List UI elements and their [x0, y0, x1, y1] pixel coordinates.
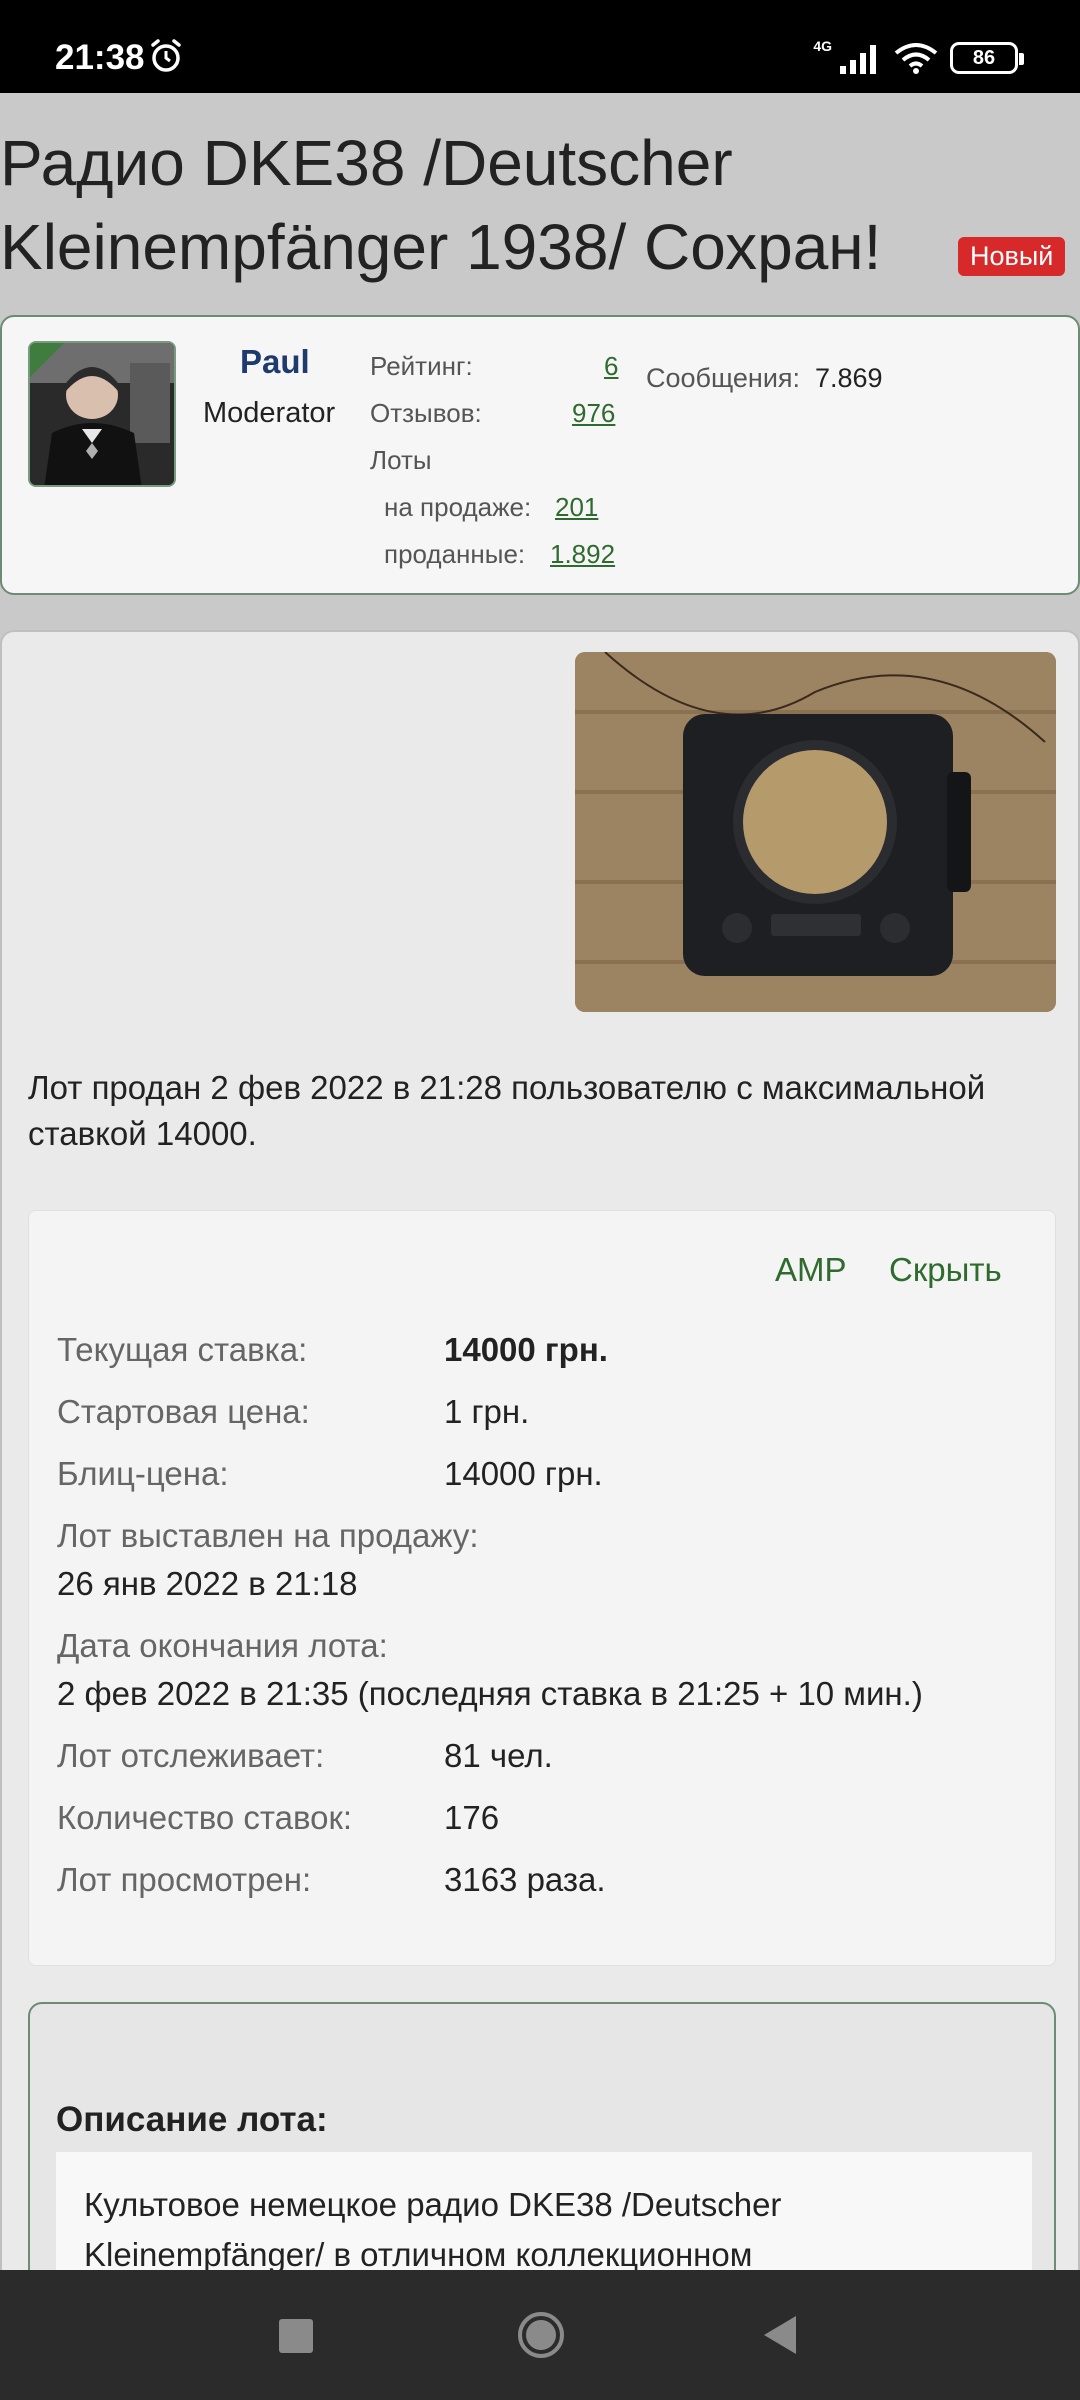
on-sale-link[interactable]: 201: [555, 492, 598, 523]
system-nav-bar: [0, 2270, 1080, 2400]
watchers-label: Лот отслеживает:: [57, 1737, 325, 1774]
reviews-link[interactable]: 976: [572, 398, 615, 429]
messages-label: Сообщения:: [646, 363, 801, 393]
status-bar: 21:38 4G 86: [0, 0, 1080, 93]
rating-link[interactable]: 6: [604, 351, 618, 382]
views-value: 3163 раза.: [444, 1861, 606, 1898]
radio-image: [575, 652, 1056, 1012]
home-button[interactable]: [516, 2310, 566, 2360]
views-label: Лот просмотрен:: [57, 1861, 312, 1898]
end-date-label: Дата окончания лота:: [57, 1627, 388, 1664]
avatar[interactable]: [28, 341, 176, 487]
watchers-value: 81 чел.: [444, 1737, 553, 1774]
reviews-label: Отзывов:: [370, 398, 482, 428]
blitz-price-label: Блиц-цена:: [57, 1455, 229, 1492]
lots-label: Лоты: [370, 445, 432, 475]
description-title: Описание лота:: [56, 2100, 328, 2139]
rating-label: Рейтинг:: [370, 351, 473, 381]
bids-label: Количество ставок:: [57, 1799, 353, 1836]
recents-button[interactable]: [279, 2319, 313, 2353]
lot-photo[interactable]: [575, 652, 1056, 1012]
network-type: 4G: [813, 38, 832, 54]
status-time: 21:38: [55, 38, 145, 77]
description-body: Культовое немецкое радио DKE38 /Deutsche…: [56, 2152, 1032, 2270]
battery-level: 86: [972, 46, 996, 69]
messages-count: 7.869: [815, 363, 883, 393]
sold-link[interactable]: 1.892: [550, 539, 615, 570]
description-text: Культовое немецкое радио DKE38 /Deutsche…: [84, 2186, 782, 2270]
new-badge: Новый: [958, 237, 1066, 276]
blitz-price-value: 14000 грн.: [444, 1455, 603, 1492]
seller-card: Paul Moderator Рейтинг: 6 Отзывов: 976 Л…: [0, 315, 1080, 595]
start-price-value: 1 грн.: [444, 1393, 530, 1430]
amp-link[interactable]: AMP: [775, 1251, 847, 1289]
lot-card: Лот продан 2 фев 2022 в 21:28 пользовате…: [0, 630, 1080, 2270]
sold-notice: Лот продан 2 фев 2022 в 21:28 пользовате…: [28, 1069, 986, 1152]
wifi-icon: [894, 43, 938, 74]
lot-info-box: AMP Скрыть Текущая ставка: 14000 грн. Ст…: [28, 1210, 1056, 1966]
current-bid-label: Текущая ставка:: [57, 1331, 308, 1368]
current-bid-value: 14000 грн.: [444, 1331, 608, 1368]
listed-value: 26 янв 2022 в 21:18: [57, 1565, 358, 1602]
page-title: Радио DKE38 /Deutscher Kleinempfänger 19…: [0, 127, 882, 283]
online-indicator: [30, 343, 64, 377]
sold-label: проданные:: [384, 539, 526, 569]
on-sale-label: на продаже:: [384, 492, 532, 522]
listed-label: Лот выставлен на продажу:: [57, 1517, 479, 1554]
alarm-icon: [151, 39, 181, 72]
hide-link[interactable]: Скрыть: [889, 1251, 1002, 1289]
bids-value: 176: [444, 1799, 500, 1836]
end-date-value: 2 фев 2022 в 21:35 (последняя ставка в 2…: [57, 1675, 923, 1712]
battery-icon: 86: [950, 42, 1024, 74]
description-box: Описание лота: Культовое немецкое радио …: [28, 2002, 1056, 2270]
back-button[interactable]: [762, 2314, 798, 2356]
seller-role: Moderator: [203, 397, 336, 429]
signal-icon: [840, 45, 876, 74]
page-content[interactable]: Радио DKE38 /Deutscher Kleinempfänger 19…: [0, 93, 1080, 2270]
seller-name[interactable]: Paul: [240, 343, 310, 381]
start-price-label: Стартовая цена:: [57, 1393, 310, 1430]
